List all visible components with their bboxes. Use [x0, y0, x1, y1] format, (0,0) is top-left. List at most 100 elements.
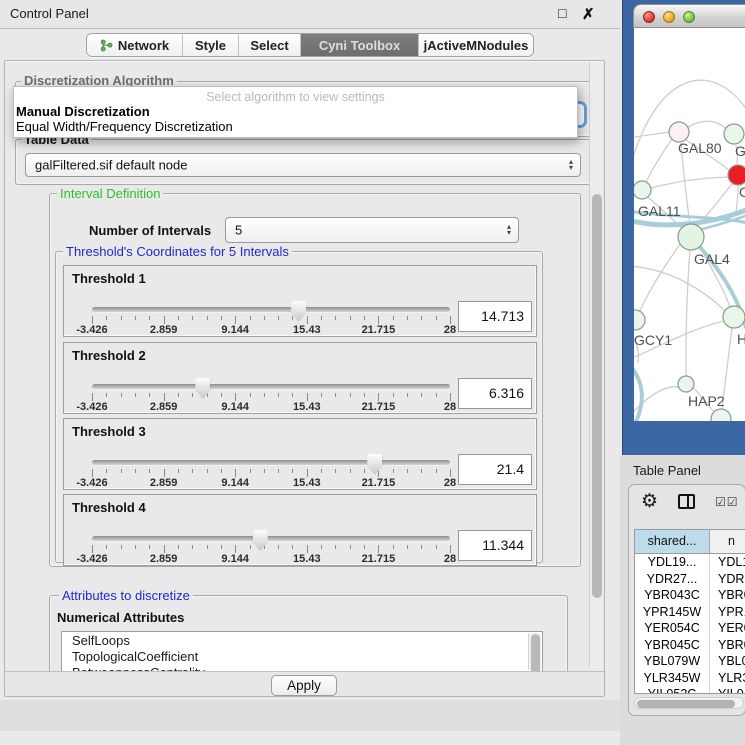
cell-shared-name[interactable]: YBR045C: [635, 637, 710, 654]
threshold-label: Threshold 2: [72, 348, 146, 363]
slider-track[interactable]: [92, 536, 450, 541]
algorithm-dropdown-popup: Select algorithm to view settings Manual…: [13, 86, 578, 138]
network-node-hap2[interactable]: [678, 376, 694, 392]
app-root: Control Panel □ ✗ Network Style Select C…: [0, 0, 745, 745]
slider-track[interactable]: [92, 384, 450, 389]
column-header-shared-name[interactable]: shared...: [635, 530, 710, 553]
cell-name[interactable]: YER0: [710, 620, 745, 637]
network-canvas[interactable]: GAL80GACGAL11GAL4GCY1HHAP2: [634, 28, 745, 421]
attributes-group-title: Attributes to discretize: [59, 588, 193, 603]
apply-button[interactable]: Apply: [271, 675, 337, 696]
cell-name[interactable]: YPR1: [710, 604, 745, 621]
cell-shared-name[interactable]: YLR345W: [635, 670, 710, 687]
slider-track[interactable]: [92, 460, 450, 465]
cell-shared-name[interactable]: YBL079W: [635, 653, 710, 670]
node-table: shared... n YDL19...YDL1YDR27...YDR2YBR0…: [634, 529, 745, 694]
slider-tick-label: 28: [444, 401, 456, 413]
network-node-label: GAL4: [694, 251, 730, 267]
dropdown-option-manual-discretization[interactable]: Manual Discretization: [16, 104, 150, 119]
close-icon[interactable]: ✗: [582, 5, 595, 23]
settings-gear-icon[interactable]: ⚙: [641, 490, 658, 513]
cell-shared-name[interactable]: YPR145W: [635, 604, 710, 621]
network-node-h[interactable]: [723, 306, 745, 328]
cell-name[interactable]: YBL0: [710, 653, 745, 670]
network-window-titlebar[interactable]: [633, 4, 745, 28]
network-node-gal11[interactable]: [634, 181, 651, 199]
checkbox-icons[interactable]: ☑☑: [715, 495, 739, 509]
network-node-gcy1[interactable]: [634, 310, 645, 330]
cell-shared-name[interactable]: YBR043C: [635, 587, 710, 604]
close-traffic-light-icon[interactable]: [643, 11, 655, 23]
table-data-combobox[interactable]: galFiltered.sif default node ▴▾: [25, 153, 581, 177]
attribute-list-item[interactable]: TopologicalCoefficient: [62, 650, 542, 664]
threshold-value-field[interactable]: 14.713: [458, 301, 532, 332]
float-window-icon[interactable]: □: [558, 5, 566, 21]
table-row[interactable]: YDL19...YDL1: [635, 554, 745, 571]
network-node-c[interactable]: [728, 165, 745, 185]
threshold-value-field[interactable]: 6.316: [458, 378, 532, 409]
threshold-value-field[interactable]: 11.344: [458, 530, 532, 561]
slider-tick-label: -3.426: [76, 401, 107, 413]
slider-tick-label: 2.859: [150, 401, 178, 413]
numerical-attributes-list[interactable]: SelfLoopsTopologicalCoefficientBetweenne…: [61, 631, 543, 672]
table-header-row: shared... n: [635, 530, 745, 554]
dropdown-option-equal-width-frequency[interactable]: Equal Width/Frequency Discretization: [16, 119, 233, 134]
threshold-value-field[interactable]: 21.4: [458, 454, 532, 485]
attributes-list-scrollbar[interactable]: [528, 633, 541, 670]
tab-jactivemnodules-label: jActiveMNodules: [424, 38, 529, 53]
attribute-list-item[interactable]: SelfLoops: [62, 634, 542, 648]
network-node[interactable]: [711, 409, 731, 421]
table-row[interactable]: YBL079WYBL0: [635, 653, 745, 670]
network-node-label: H: [737, 331, 745, 347]
table-row[interactable]: YER054CYER0: [635, 620, 745, 637]
cell-shared-name[interactable]: YER054C: [635, 620, 710, 637]
tab-network[interactable]: Network: [87, 34, 183, 56]
minimize-traffic-light-icon[interactable]: [663, 11, 675, 23]
number-of-intervals-combobox[interactable]: 5 ▴▾: [225, 217, 519, 243]
slider-ticks: [92, 545, 450, 554]
column-header-name[interactable]: n: [710, 530, 745, 553]
tab-cyni-toolbox[interactable]: Cyni Toolbox: [301, 34, 419, 56]
cell-name[interactable]: YDR2: [710, 571, 745, 588]
zoom-traffic-light-icon[interactable]: [683, 11, 695, 23]
cell-shared-name[interactable]: YDR27...: [635, 571, 710, 588]
network-node-gal4[interactable]: [678, 224, 704, 250]
cell-name[interactable]: YLR3: [710, 670, 745, 687]
threshold-panel-3: Threshold 3-3.4262.8599.14415.4321.71528…: [63, 418, 537, 490]
tab-style[interactable]: Style: [183, 34, 239, 56]
spinner-arrows-icon: ▴▾: [569, 159, 573, 171]
cell-name[interactable]: YDL1: [710, 554, 745, 571]
table-row[interactable]: YLR345WYLR3: [635, 670, 745, 687]
slider-tick-label: 21.715: [362, 477, 396, 489]
cell-name[interactable]: YBR0: [710, 637, 745, 654]
network-node-ga[interactable]: [724, 124, 744, 144]
table-row[interactable]: YDR27...YDR2: [635, 571, 745, 588]
slider-tick-label: 15.43: [293, 401, 321, 413]
network-view-window[interactable]: GAL80GACGAL11GAL4GCY1HHAP2: [622, 0, 745, 455]
tab-select[interactable]: Select: [239, 34, 301, 56]
table-horizontal-scrollbar[interactable]: [634, 697, 744, 709]
cell-name[interactable]: YIL0: [710, 686, 745, 693]
network-node-gal80[interactable]: [669, 122, 689, 142]
control-panel-tabs: Network Style Select Cyni Toolbox jActiv…: [86, 33, 534, 57]
network-node-label: HAP2: [688, 393, 725, 409]
slider-tick-label: 9.144: [221, 324, 249, 336]
tab-jactivemnodules[interactable]: jActiveMNodules: [419, 34, 533, 56]
network-icon: [100, 39, 113, 52]
slider-tick-label: 21.715: [362, 324, 396, 336]
table-row[interactable]: YBR043CYBR0: [635, 587, 745, 604]
cell-shared-name[interactable]: YIL052C: [635, 686, 710, 693]
cell-shared-name[interactable]: YDL19...: [635, 554, 710, 571]
table-row[interactable]: YIL052CYIL0: [635, 686, 745, 693]
table-row[interactable]: YPR145WYPR1: [635, 604, 745, 621]
table-row[interactable]: YBR045CYBR0: [635, 637, 745, 654]
slider-tick-label: 2.859: [150, 324, 178, 336]
threshold-label: Threshold 3: [72, 424, 146, 439]
slider-track[interactable]: [92, 307, 450, 312]
panel-vertical-scrollbar[interactable]: [589, 62, 603, 668]
column-layout-icon[interactable]: [678, 494, 695, 509]
slider-tick-label: 15.43: [293, 477, 321, 489]
threshold-label: Threshold 1: [72, 271, 146, 286]
threshold-panel-4: Threshold 4-3.4262.8599.14415.4321.71528…: [63, 494, 537, 566]
cell-name[interactable]: YBR0: [710, 587, 745, 604]
